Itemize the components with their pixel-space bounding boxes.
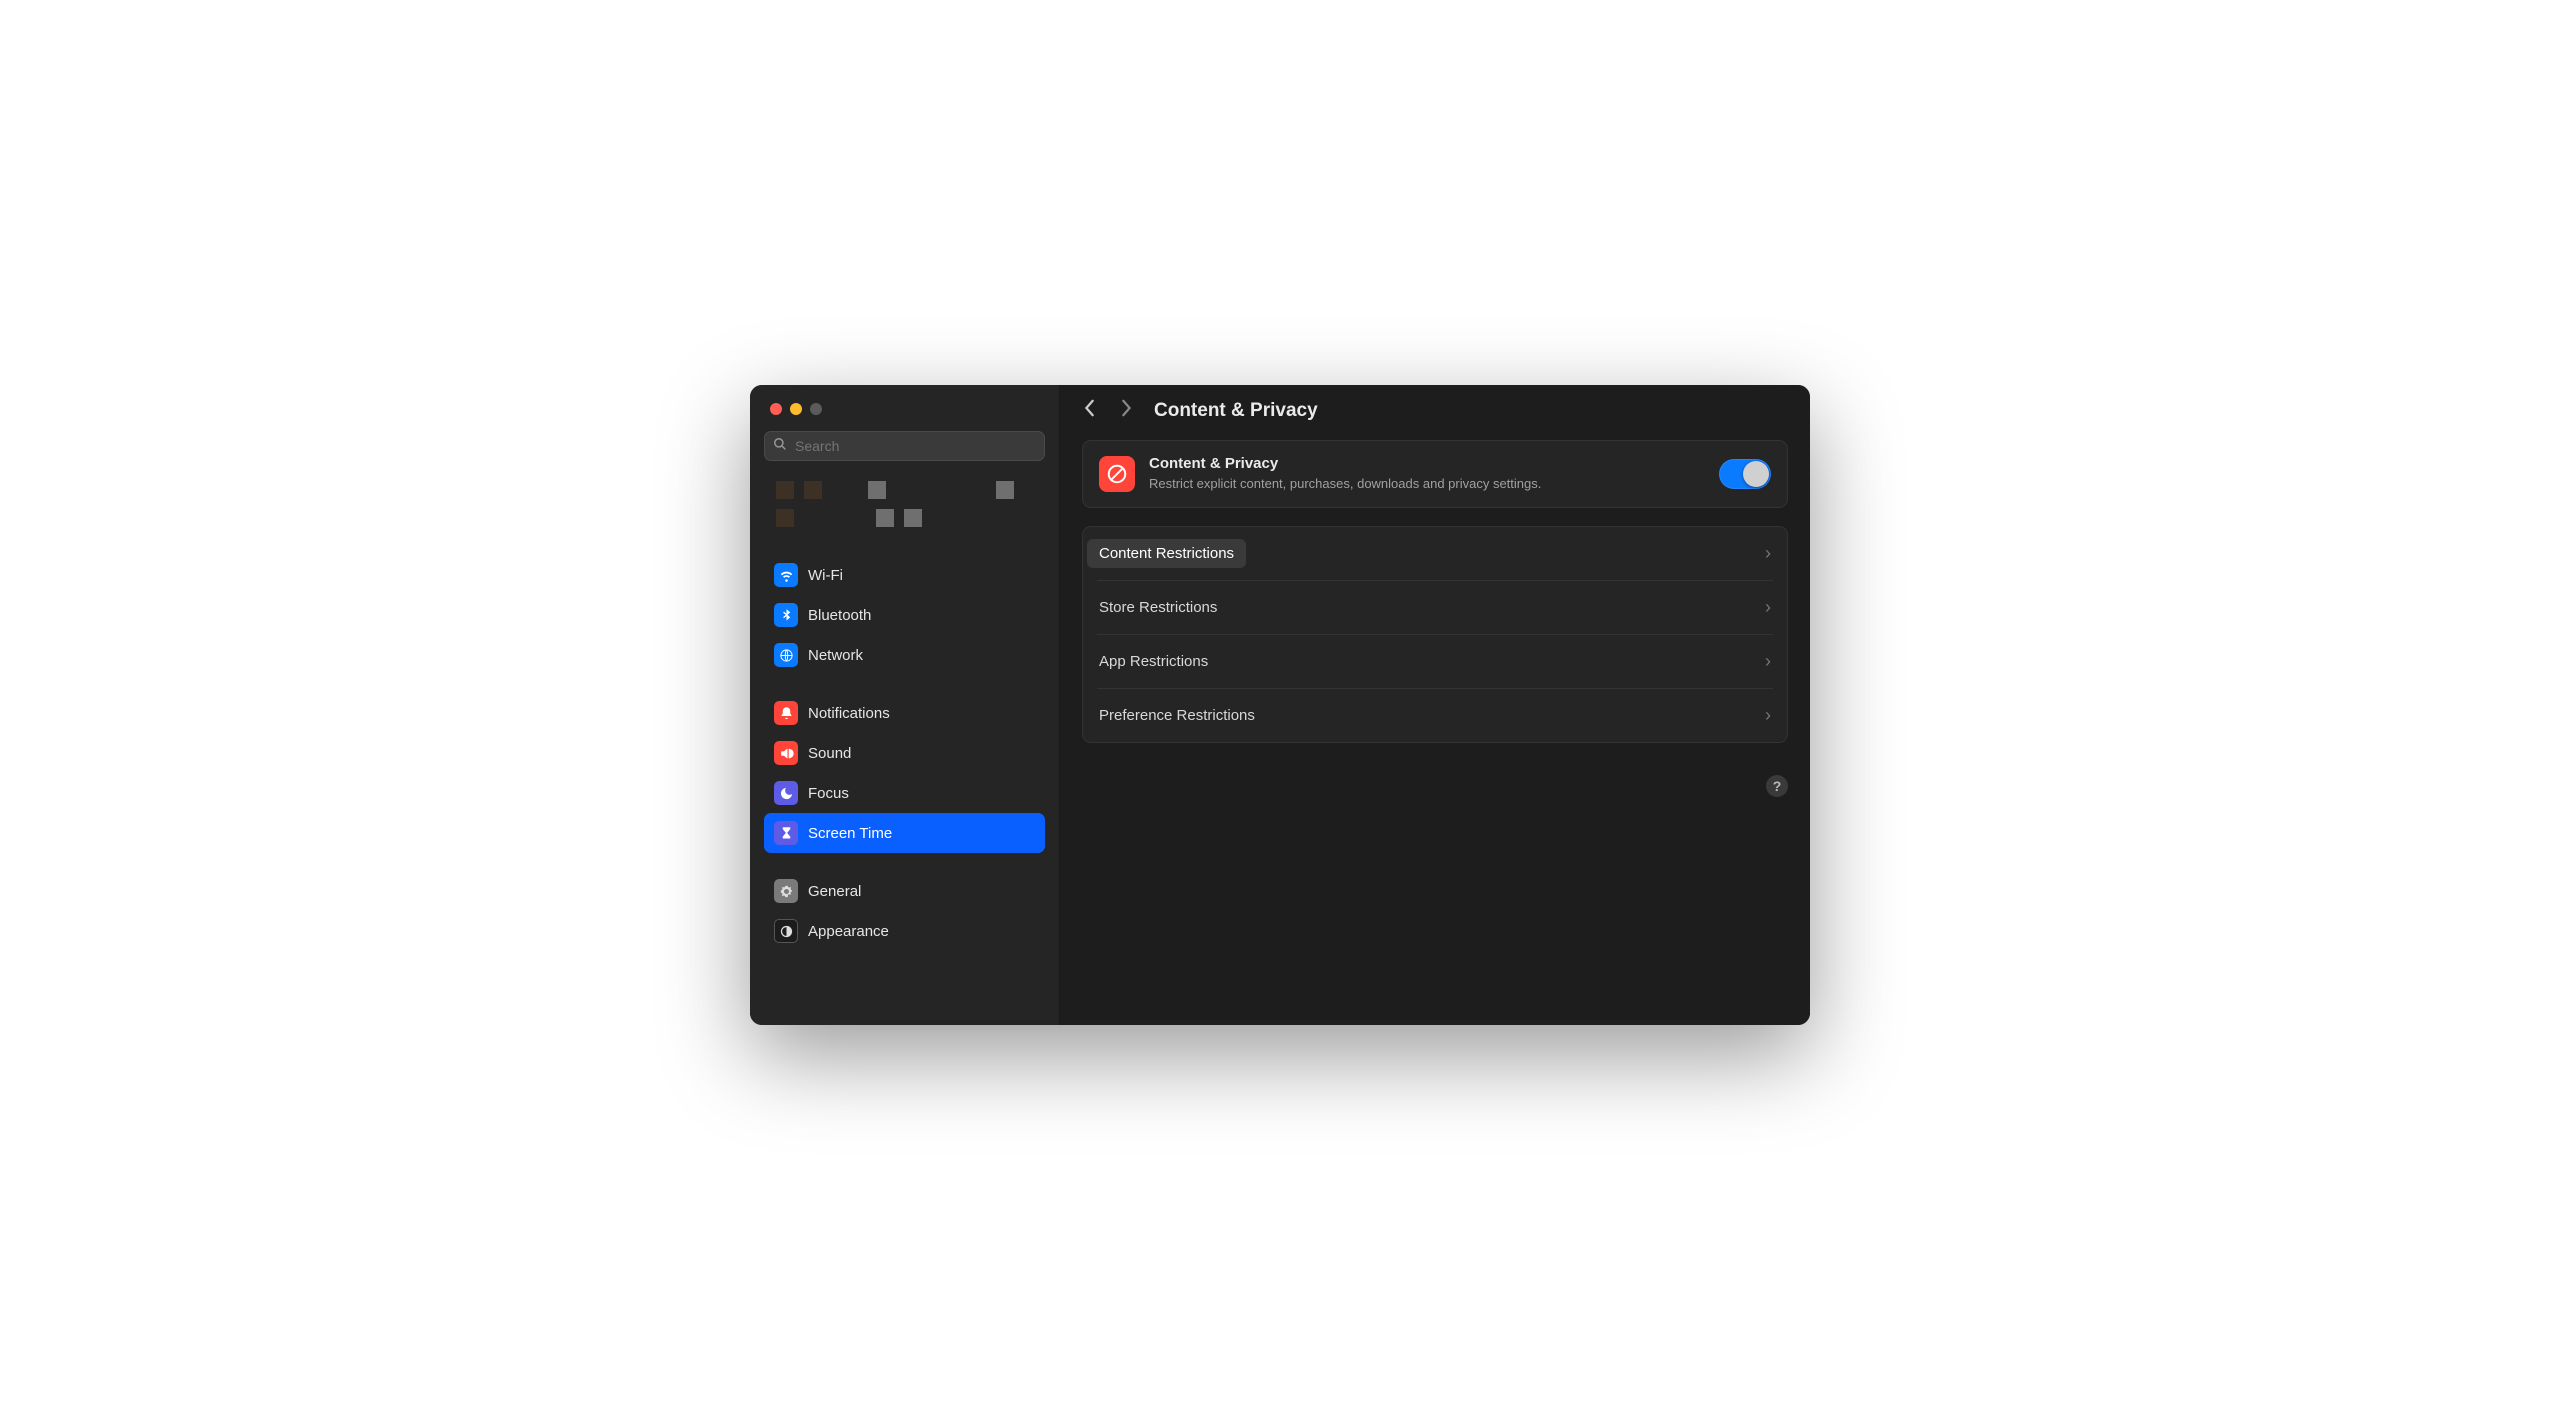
network-icon [774,643,798,667]
content-restrictions-row[interactable]: Content Restrictions › [1083,527,1787,580]
sidebar: Wi-Fi Bluetooth Network [750,385,1060,1025]
toggle-knob [1743,461,1769,487]
window-controls [750,385,1059,425]
system-settings-window: Wi-Fi Bluetooth Network [750,385,1810,1025]
help-button[interactable]: ? [1766,775,1788,797]
sidebar-nav: Wi-Fi Bluetooth Network [750,555,1059,969]
sidebar-item-focus[interactable]: Focus [764,773,1045,813]
sidebar-item-label: Appearance [808,923,889,940]
content-privacy-description: Restrict explicit content, purchases, do… [1149,475,1705,493]
bluetooth-icon [774,603,798,627]
moon-icon [774,781,798,805]
sidebar-item-sound[interactable]: Sound [764,733,1045,773]
sidebar-item-network[interactable]: Network [764,635,1045,675]
sidebar-item-label: Wi-Fi [808,567,843,584]
sidebar-item-wifi[interactable]: Wi-Fi [764,555,1045,595]
chevron-right-icon: › [1765,705,1771,726]
sidebar-item-label: Sound [808,745,851,762]
hourglass-icon [774,821,798,845]
page-title: Content & Privacy [1154,400,1318,422]
speaker-icon [774,741,798,765]
store-restrictions-row[interactable]: Store Restrictions › [1083,581,1787,634]
restrict-icon [1099,456,1135,492]
close-window-button[interactable] [770,403,782,415]
sidebar-item-label: Focus [808,785,849,802]
sidebar-item-label: Screen Time [808,825,892,842]
content-privacy-title: Content & Privacy [1149,455,1705,472]
sidebar-item-general[interactable]: General [764,871,1045,911]
sidebar-item-label: Network [808,647,863,664]
preference-restrictions-row[interactable]: Preference Restrictions › [1083,689,1787,742]
sidebar-item-screen-time[interactable]: Screen Time [764,813,1045,853]
sidebar-item-notifications[interactable]: Notifications [764,693,1045,733]
maximize-window-button[interactable] [810,403,822,415]
content-privacy-toggle-panel: Content & Privacy Restrict explicit cont… [1082,440,1788,508]
main-content: Content & Privacy Content & Privacy Rest… [1060,385,1810,1025]
restrictions-list: Content Restrictions › Store Restriction… [1082,526,1788,743]
gear-icon [774,879,798,903]
sidebar-item-bluetooth[interactable]: Bluetooth [764,595,1045,635]
list-row-label: App Restrictions [1099,653,1208,670]
minimize-window-button[interactable] [790,403,802,415]
sidebar-item-label: General [808,883,861,900]
bell-icon [774,701,798,725]
sidebar-item-label: Bluetooth [808,607,871,624]
list-row-label: Preference Restrictions [1099,707,1255,724]
appearance-icon [774,919,798,943]
forward-button[interactable] [1120,399,1132,422]
list-row-label: Store Restrictions [1099,599,1217,616]
main-header: Content & Privacy [1060,385,1810,440]
wifi-icon [774,563,798,587]
search-input[interactable] [795,438,1036,454]
chevron-right-icon: › [1765,543,1771,564]
sidebar-item-label: Notifications [808,705,890,722]
list-row-label: Content Restrictions [1087,539,1246,568]
app-restrictions-row[interactable]: App Restrictions › [1083,635,1787,688]
search-field[interactable] [764,431,1045,461]
chevron-right-icon: › [1765,651,1771,672]
back-button[interactable] [1084,399,1096,422]
search-icon [773,437,787,456]
content-privacy-toggle[interactable] [1719,459,1771,489]
chevron-right-icon: › [1765,597,1771,618]
user-account-area[interactable] [750,471,1059,555]
sidebar-item-appearance[interactable]: Appearance [764,911,1045,951]
